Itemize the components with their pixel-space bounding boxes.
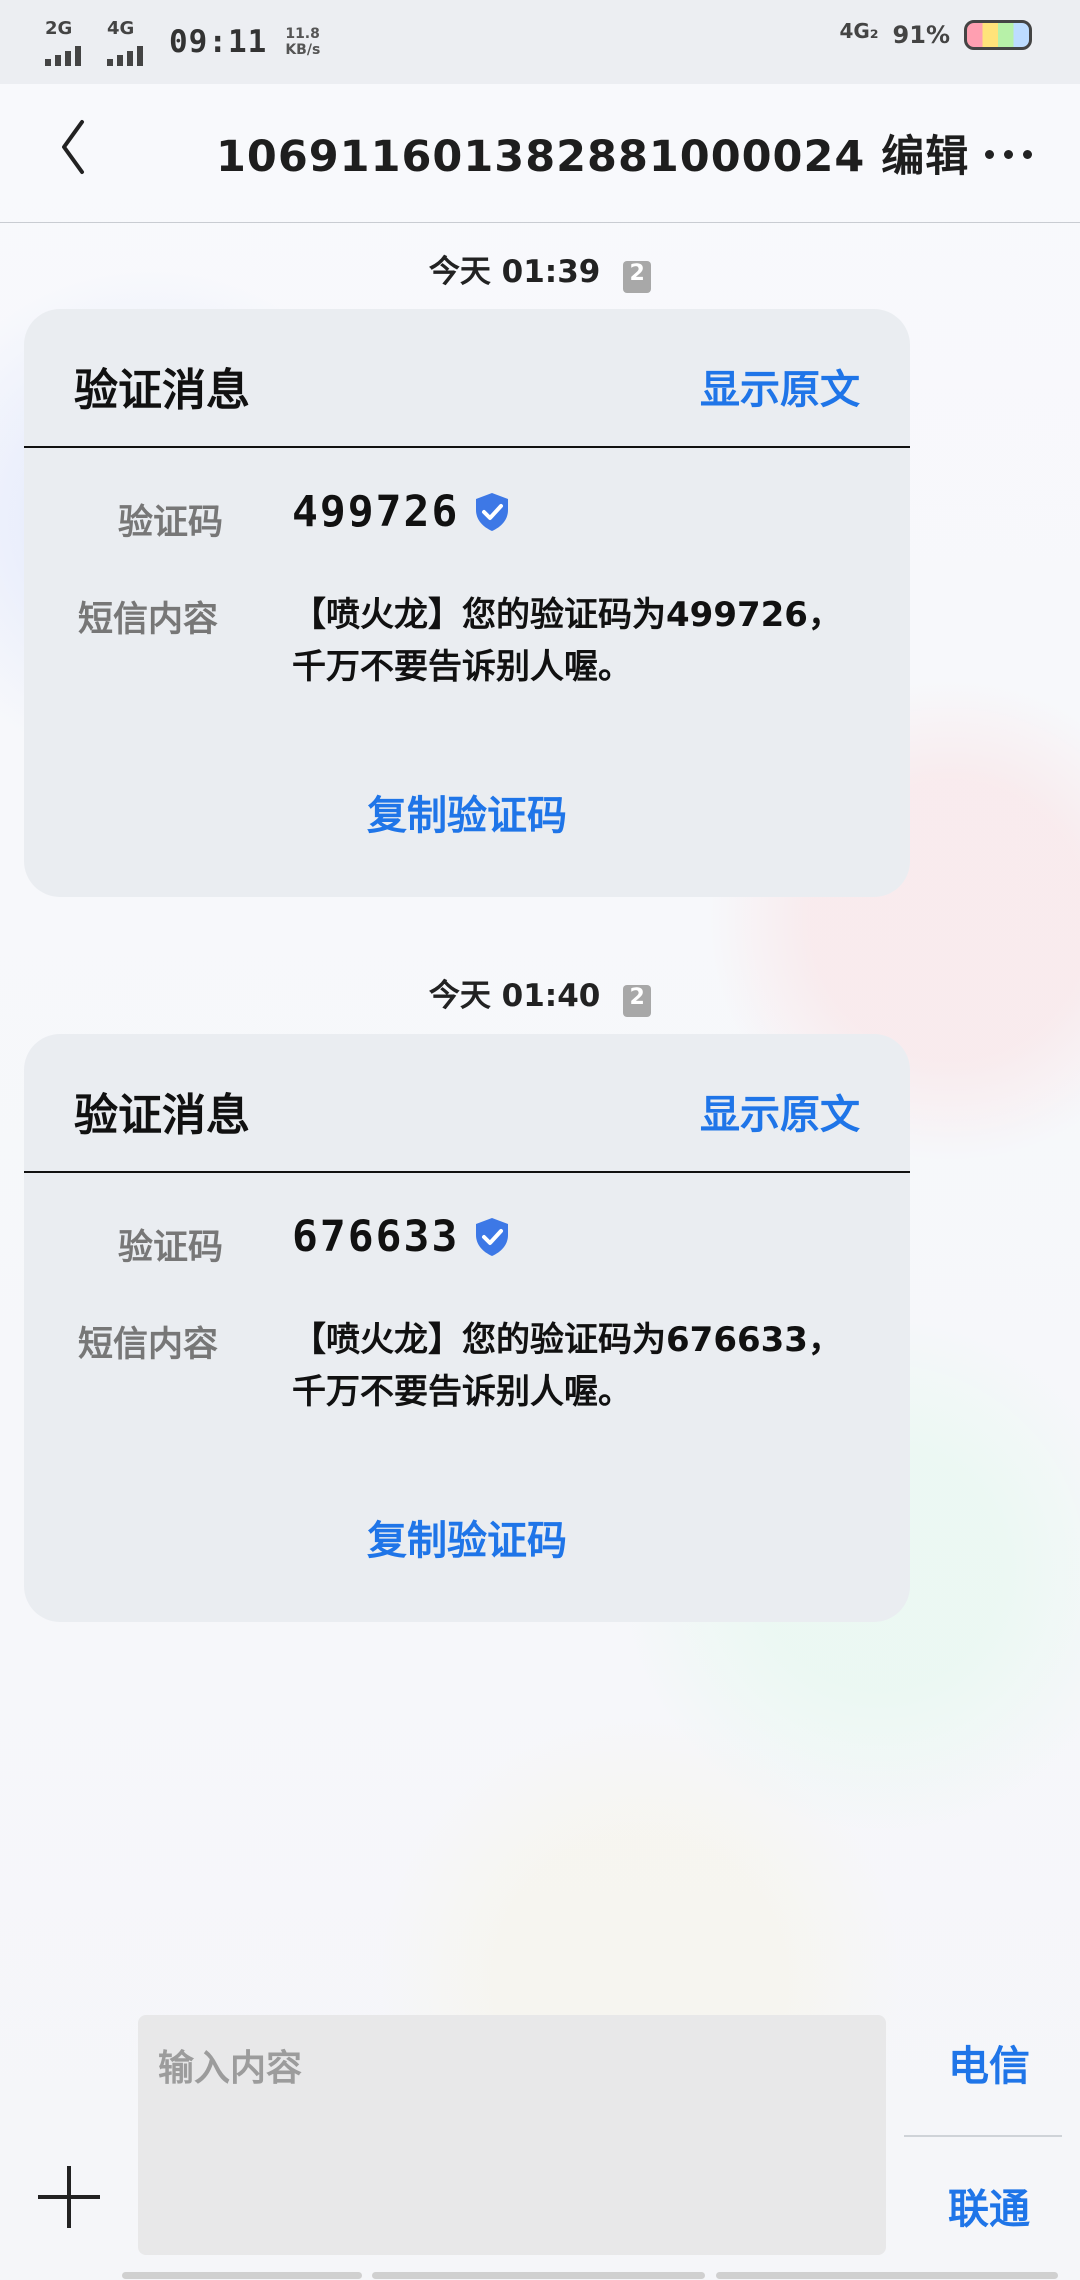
more-horizontal-icon	[985, 150, 994, 159]
conversation-title: 106911601382881000024 编辑	[216, 132, 970, 182]
more-horizontal-icon	[1004, 150, 1013, 159]
sms-content-label: 短信内容	[78, 1325, 219, 1365]
battery-percent: 91%	[892, 21, 950, 49]
message-input-placeholder: 输入内容	[158, 2048, 303, 2089]
signal-4g-icon: 4G	[107, 18, 151, 66]
status-time: 09:11	[169, 24, 268, 60]
show-original-button[interactable]: 显示原文	[700, 1082, 860, 1140]
chevron-left-icon	[62, 120, 84, 174]
status-bar-left: 2G 4G 09:11 11.8 KB/s	[45, 14, 320, 70]
battery-icon	[964, 20, 1032, 50]
carrier-divider	[904, 2135, 1062, 2137]
card-header: 验证消息 显示原文	[24, 1034, 910, 1173]
signal-4g-label: 4G	[107, 18, 135, 39]
sms-content-text: 【喷火龙】您的验证码为676633，千万不要告诉别人喔。	[292, 1320, 842, 1412]
copy-code-button[interactable]: 复制验证码	[24, 1508, 910, 1566]
signal-bars	[107, 44, 151, 66]
card-title: 验证消息	[74, 365, 250, 416]
sim-badge: 2	[623, 261, 652, 293]
verification-code-value: 676633	[292, 1212, 460, 1262]
copy-code-button[interactable]: 复制验证码	[24, 783, 910, 841]
carrier-telecom-button[interactable]: 电信	[948, 2032, 1030, 2092]
shield-check-icon	[476, 493, 508, 531]
network-speed-unit: KB/s	[285, 42, 321, 58]
bottom-progress-lines	[122, 2272, 1058, 2280]
verification-card: 验证消息 显示原文 验证码 676633 短信内容 【喷火龙】您的验证码为676…	[24, 1034, 910, 1622]
more-button[interactable]	[985, 150, 1032, 159]
app-bar: 106911601382881000024 编辑	[0, 84, 1080, 223]
signal-2g-label: 2G	[45, 18, 73, 39]
shield-check-icon	[476, 1218, 508, 1256]
status-bar-right: 4G₂ 91%	[839, 19, 1032, 50]
sms-content-label: 短信内容	[78, 600, 219, 640]
show-original-button[interactable]: 显示原文	[700, 357, 860, 415]
network-speed-value: 11.8	[285, 26, 320, 42]
signal-2g-icon: 2G	[45, 18, 89, 66]
carrier-unicom-button[interactable]: 联通	[948, 2175, 1030, 2235]
add-attachment-button[interactable]	[38, 2166, 100, 2228]
back-button[interactable]	[48, 112, 102, 182]
card-title: 验证消息	[74, 1090, 250, 1141]
timestamp-text: 今天 01:40	[428, 978, 601, 1014]
sim-badge: 2	[623, 985, 652, 1017]
status-bar: 2G 4G 09:11 11.8 KB/s 4G₂ 91%	[0, 0, 1080, 84]
card-header: 验证消息 显示原文	[24, 309, 910, 448]
verification-card: 验证消息 显示原文 验证码 499726 短信内容 【喷火龙】您的验证码为499…	[24, 309, 910, 897]
network-4g-label: 4G₂	[839, 19, 879, 43]
verification-code-label: 验证码	[118, 1228, 224, 1268]
verification-code-label: 验证码	[118, 503, 224, 543]
network-speed: 11.8 KB/s	[285, 26, 320, 58]
message-input[interactable]: 输入内容	[138, 2015, 886, 2255]
message-timestamp: 今天 01:39 2	[0, 246, 1080, 293]
message-timestamp: 今天 01:40 2	[0, 970, 1080, 1017]
verification-code-value: 499726	[292, 487, 460, 537]
sms-content-text: 【喷火龙】您的验证码为499726，千万不要告诉别人喔。	[292, 595, 842, 687]
timestamp-text: 今天 01:39	[428, 254, 601, 290]
signal-bars	[45, 44, 89, 66]
more-horizontal-icon	[1023, 150, 1032, 159]
